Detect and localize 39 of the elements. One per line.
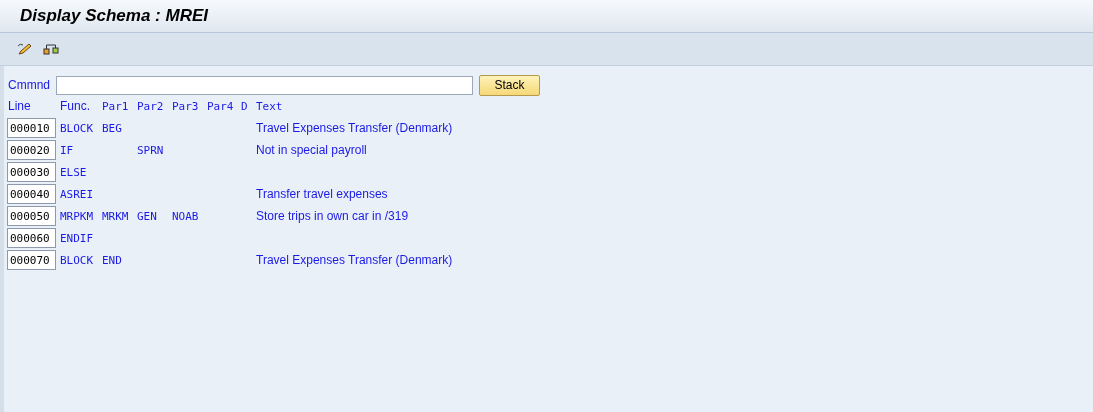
line-number-field[interactable]: 000010: [7, 118, 56, 138]
column-header: Func.: [60, 99, 91, 113]
table-cell-text: END: [102, 253, 123, 267]
column-header: Par1: [102, 99, 130, 113]
table-cell-text: Travel Expenses Transfer (Denmark): [256, 121, 454, 135]
column-header: Par2: [137, 99, 165, 113]
line-number-field[interactable]: 000040: [7, 184, 56, 204]
column-header: Line: [8, 99, 32, 113]
table-cell-text: ELSE: [60, 165, 88, 179]
table-cell-text: GEN: [137, 209, 158, 223]
line-number-field[interactable]: 000060: [7, 228, 56, 248]
column-header: Text: [256, 99, 284, 113]
table-cell-text: SPRN: [137, 143, 165, 157]
table-cell-text: Travel Expenses Transfer (Denmark): [256, 253, 454, 267]
table-cell-text: ENDIF: [60, 231, 95, 245]
table-cell-text: NOAB: [172, 209, 200, 223]
line-number-field[interactable]: 000070: [7, 250, 56, 270]
line-number-field[interactable]: 000050: [7, 206, 56, 226]
line-number-field[interactable]: 000020: [7, 140, 56, 160]
hierarchy-icon[interactable]: [42, 41, 60, 57]
line-number-field[interactable]: 000030: [7, 162, 56, 182]
table-cell-text: Store trips in own car in /319: [256, 209, 410, 223]
column-header: Par4: [207, 99, 235, 113]
command-label: Cmmnd: [8, 78, 51, 92]
table-cell-text: ASREI: [60, 187, 95, 201]
stack-button[interactable]: Stack: [479, 74, 540, 96]
window-title: Display Schema : MREI: [20, 6, 208, 26]
column-header: D: [241, 99, 249, 113]
table-cell-text: Transfer travel expenses: [256, 187, 389, 201]
table-cell-text: BEG: [102, 121, 123, 135]
table-cell-text: MRPKM: [60, 209, 95, 223]
table-cell-text: BLOCK: [60, 121, 95, 135]
table-cell-text: Not in special payroll: [256, 143, 368, 157]
table-cell-text: BLOCK: [60, 253, 95, 267]
command-field[interactable]: [56, 75, 473, 95]
table-cell-text: IF: [60, 143, 75, 157]
edit-pencil-icon[interactable]: [16, 41, 34, 57]
table-cell-text: MRKM: [102, 209, 130, 223]
column-header: Par3: [172, 99, 200, 113]
